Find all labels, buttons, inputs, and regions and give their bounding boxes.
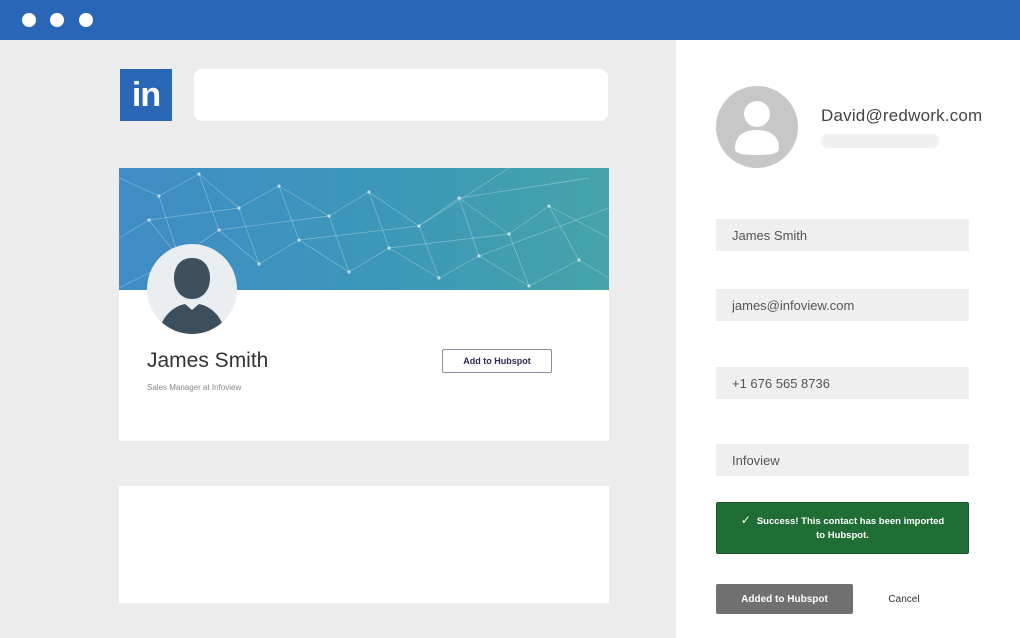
- checkmark-icon: ✓: [740, 513, 751, 527]
- contact-company-field[interactable]: [716, 444, 969, 476]
- account-subtitle-placeholder: [821, 134, 939, 148]
- contact-phone-field[interactable]: [716, 367, 969, 399]
- search-input[interactable]: [194, 69, 608, 121]
- account-email: David@redwork.com: [821, 106, 983, 125]
- profile-name: James Smith: [147, 349, 269, 372]
- success-alert: ✓ Success! This contact has been imported…: [716, 502, 969, 554]
- contact-name-field[interactable]: [716, 219, 969, 251]
- profile-card: James Smith Sales Manager at Infoview Ad…: [119, 168, 609, 441]
- person-silhouette-icon: [159, 258, 225, 334]
- window-titlebar: [0, 0, 1020, 40]
- linkedin-logo-icon[interactable]: in: [120, 69, 172, 121]
- success-message: Success! This contact has been imported …: [756, 516, 945, 541]
- profile-avatar[interactable]: [147, 244, 237, 334]
- cancel-button[interactable]: Cancel: [876, 584, 932, 614]
- person-silhouette-icon: [735, 101, 779, 155]
- contact-email-field[interactable]: [716, 289, 969, 321]
- window-dot-icon[interactable]: [79, 13, 93, 27]
- hubspot-side-panel: David@redwork.com ✓ Success! This contact…: [676, 40, 1020, 638]
- window-dot-icon[interactable]: [22, 13, 36, 27]
- profile-job-title: Sales Manager at Infoview: [147, 383, 242, 392]
- content-card-placeholder: [119, 486, 609, 603]
- add-to-hubspot-button[interactable]: Add to Hubspot: [442, 349, 552, 373]
- added-to-hubspot-button[interactable]: Added to Hubspot: [716, 584, 853, 614]
- account-avatar[interactable]: [716, 86, 798, 168]
- window-dot-icon[interactable]: [50, 13, 64, 27]
